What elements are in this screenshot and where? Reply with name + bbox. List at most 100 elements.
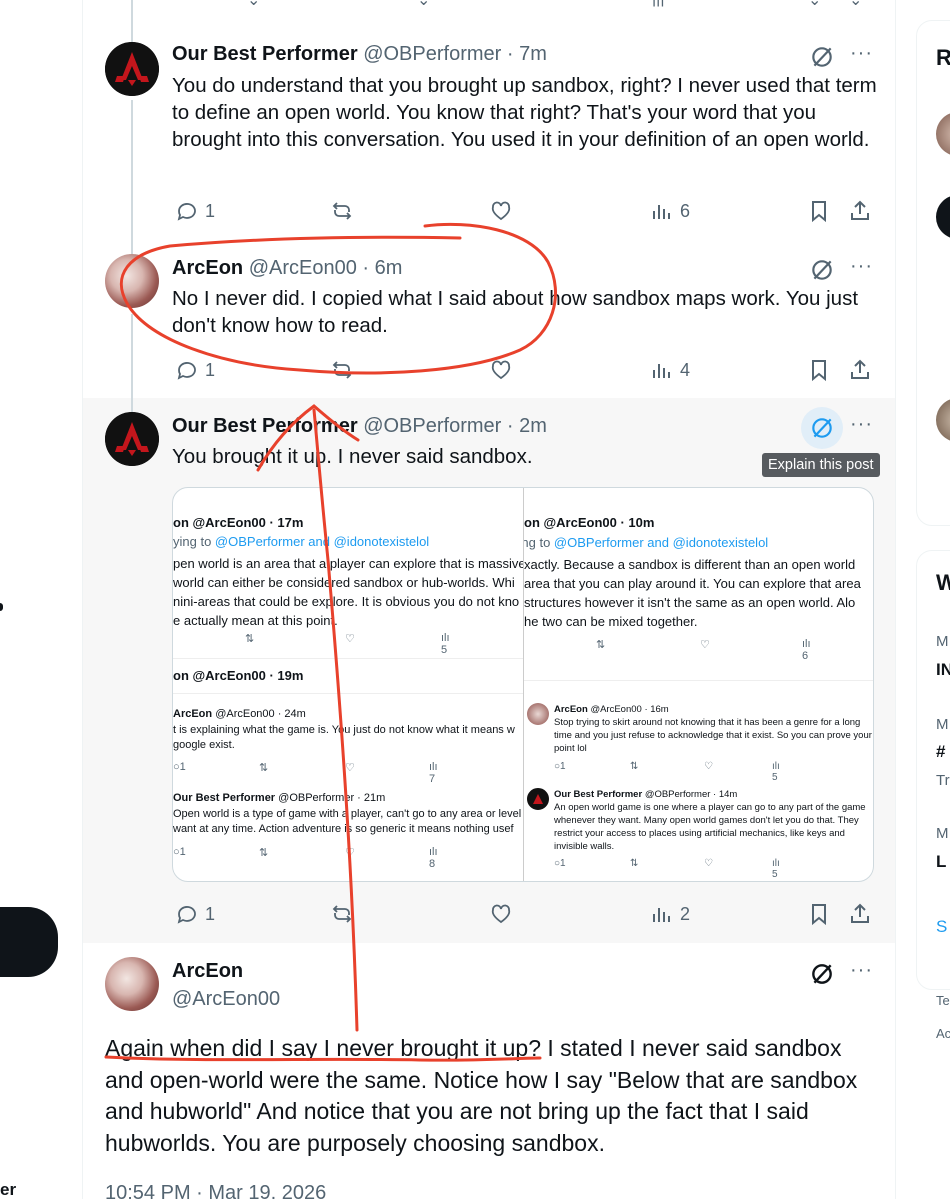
mini-text-line: he two can be mixed together.	[524, 614, 698, 629]
tweet-actions: 1 4	[172, 356, 877, 384]
more-options-icon[interactable]: ···	[850, 255, 873, 278]
grok-icon[interactable]	[809, 257, 835, 283]
post-timestamp[interactable]: 10:54 PM · Mar 19, 2026	[105, 1182, 326, 1199]
conversation-column: ⌄ ⌄ ||| ⌄ ⌄ Our Best Performer @OBPerfor…	[82, 0, 896, 1199]
trend-meta[interactable]: M	[936, 633, 949, 650]
display-name[interactable]: ArcEon	[172, 257, 243, 279]
user-handle[interactable]: @ArcEon00	[172, 988, 280, 1011]
mini-tweet-header: Our Best Performer @OBPerformer · 21m	[173, 792, 385, 805]
reply-mentions: @OBPerformer and @idonotexistelol	[553, 535, 769, 550]
mini-text-line: structures however it isn't the same as …	[524, 595, 856, 610]
reply-button[interactable]: 1	[175, 900, 215, 928]
avatar[interactable]	[105, 254, 159, 308]
share-icon	[851, 903, 869, 923]
bookmark-button[interactable]	[807, 197, 831, 225]
mini-tweet-header: on @ArcEon00 · 10m	[524, 515, 655, 530]
mini-views: 8	[429, 858, 436, 870]
share-button[interactable]	[848, 900, 872, 928]
trend-meta[interactable]: Tr	[936, 772, 950, 789]
reply-count: 1	[205, 903, 216, 924]
tweet-text: You brought it up. I never said sandbox.	[172, 445, 533, 468]
views-button[interactable]: 4	[650, 356, 690, 384]
share-button[interactable]	[848, 356, 872, 384]
trends-heading: W	[936, 570, 950, 595]
mini-replies: 1	[560, 761, 566, 772]
tweet-actions: 1 2	[172, 900, 877, 928]
reply-mentions: @OBPerformer and @idonotexistelol	[214, 534, 430, 549]
display-name[interactable]: Our Best Performer	[172, 415, 358, 437]
mini-text-line: xactly. Because a sandbox is different t…	[524, 557, 856, 572]
mini-text-line: e actually mean at this point.	[173, 613, 338, 628]
profile-name-fragment[interactable]: er	[0, 1180, 16, 1199]
like-button[interactable]	[489, 900, 513, 928]
mini-divider	[173, 658, 523, 659]
trend-meta[interactable]: M	[936, 716, 949, 733]
show-more-link[interactable]: S	[936, 917, 947, 937]
repost-icon	[332, 905, 352, 923]
reply-tweet[interactable]: Our Best Performer @OBPerformer · 7m ···…	[83, 40, 895, 238]
post-button[interactable]	[0, 907, 58, 977]
trend-title[interactable]: L	[936, 852, 946, 872]
trend-meta[interactable]: M	[936, 825, 949, 842]
user-handle[interactable]: @OBPerformer	[363, 43, 501, 65]
trend-title[interactable]: #	[936, 742, 945, 762]
mini-text-line: want at any time. Action adventure is so…	[173, 823, 514, 835]
nav-dot	[0, 603, 3, 611]
footer-link[interactable]: Te	[936, 993, 950, 1008]
trend-title[interactable]: IN	[936, 660, 950, 680]
screenshot-page: er ⌄ ⌄ ||| ⌄ ⌄ Our Best Perfor	[0, 0, 950, 1199]
reply-tweet[interactable]: ArcEon @ArcEon00 · 6m ··· No I never did…	[83, 238, 895, 398]
post-time[interactable]: · 6m	[362, 257, 402, 279]
reply-button[interactable]: 1	[175, 197, 215, 225]
footer-link[interactable]: Ac	[936, 1026, 950, 1041]
mini-header-text: on @ArcEon00 · 17m	[173, 515, 304, 530]
bookmark-button[interactable]	[807, 356, 831, 384]
more-options-icon[interactable]: ···	[850, 959, 873, 982]
view-count: 6	[680, 200, 691, 221]
repost-button[interactable]	[330, 197, 354, 225]
mini-handle: @OBPerformer · 21m	[278, 792, 386, 804]
mini-text-line: t is explaining what the game is. You ju…	[173, 724, 515, 736]
display-name[interactable]: Our Best Performer	[172, 43, 358, 65]
mini-text-line: area that you can play around it. You ca…	[524, 576, 861, 591]
user-handle[interactable]: @OBPerformer	[363, 415, 501, 437]
like-button[interactable]	[489, 356, 513, 384]
repost-button[interactable]	[330, 900, 354, 928]
post-time[interactable]: · 7m	[507, 43, 547, 65]
mini-tweet-header: on @ArcEon00 · 19m	[173, 668, 304, 683]
post-time[interactable]: · 2m	[507, 415, 547, 437]
avatar[interactable]	[105, 412, 159, 466]
reply-prefix: ying to	[173, 534, 215, 549]
attached-screenshot-image[interactable]: on @ArcEon00 · 17m ying to @OBPerformer …	[172, 487, 874, 882]
bookmark-icon	[812, 360, 826, 382]
like-button[interactable]	[489, 197, 513, 225]
right-sidebar: R W M IN M # Tr M L S Te Ac	[896, 0, 950, 1199]
user-handle[interactable]: @ArcEon00	[249, 257, 357, 279]
share-button[interactable]	[848, 197, 872, 225]
repost-icon	[332, 361, 352, 379]
avatar[interactable]	[105, 957, 159, 1011]
reply-button[interactable]: 1	[175, 356, 215, 384]
repost-icon	[332, 202, 352, 220]
mini-handle: @ArcEon00 · 16m	[590, 704, 669, 715]
repost-button[interactable]	[330, 356, 354, 384]
reply-count: 1	[205, 200, 216, 221]
mini-name: Our Best Performer	[173, 792, 276, 804]
views-button[interactable]: 6	[650, 197, 690, 225]
views-button[interactable]: 2	[650, 900, 690, 928]
grok-icon[interactable]	[809, 44, 835, 70]
mini-text-line: point lol	[554, 743, 587, 754]
mini-text-line: Open world is a type of game with a play…	[173, 808, 522, 820]
grok-icon[interactable]	[809, 415, 835, 441]
mini-text-line: Stop trying to skirt around not knowing …	[554, 717, 861, 728]
tweet-text: You do understand that you brought up sa…	[172, 74, 877, 151]
reply-count: 1	[205, 359, 216, 380]
mini-tweet-header: ArcEon @ArcEon00 · 16m	[554, 703, 669, 716]
bookmark-button[interactable]	[807, 900, 831, 928]
more-options-icon[interactable]: ···	[850, 42, 873, 65]
more-options-icon[interactable]: ···	[850, 413, 873, 436]
grok-icon[interactable]	[809, 961, 835, 987]
display-name[interactable]: ArcEon	[172, 960, 243, 983]
mini-views: 7	[429, 773, 436, 785]
avatar[interactable]	[105, 42, 159, 96]
